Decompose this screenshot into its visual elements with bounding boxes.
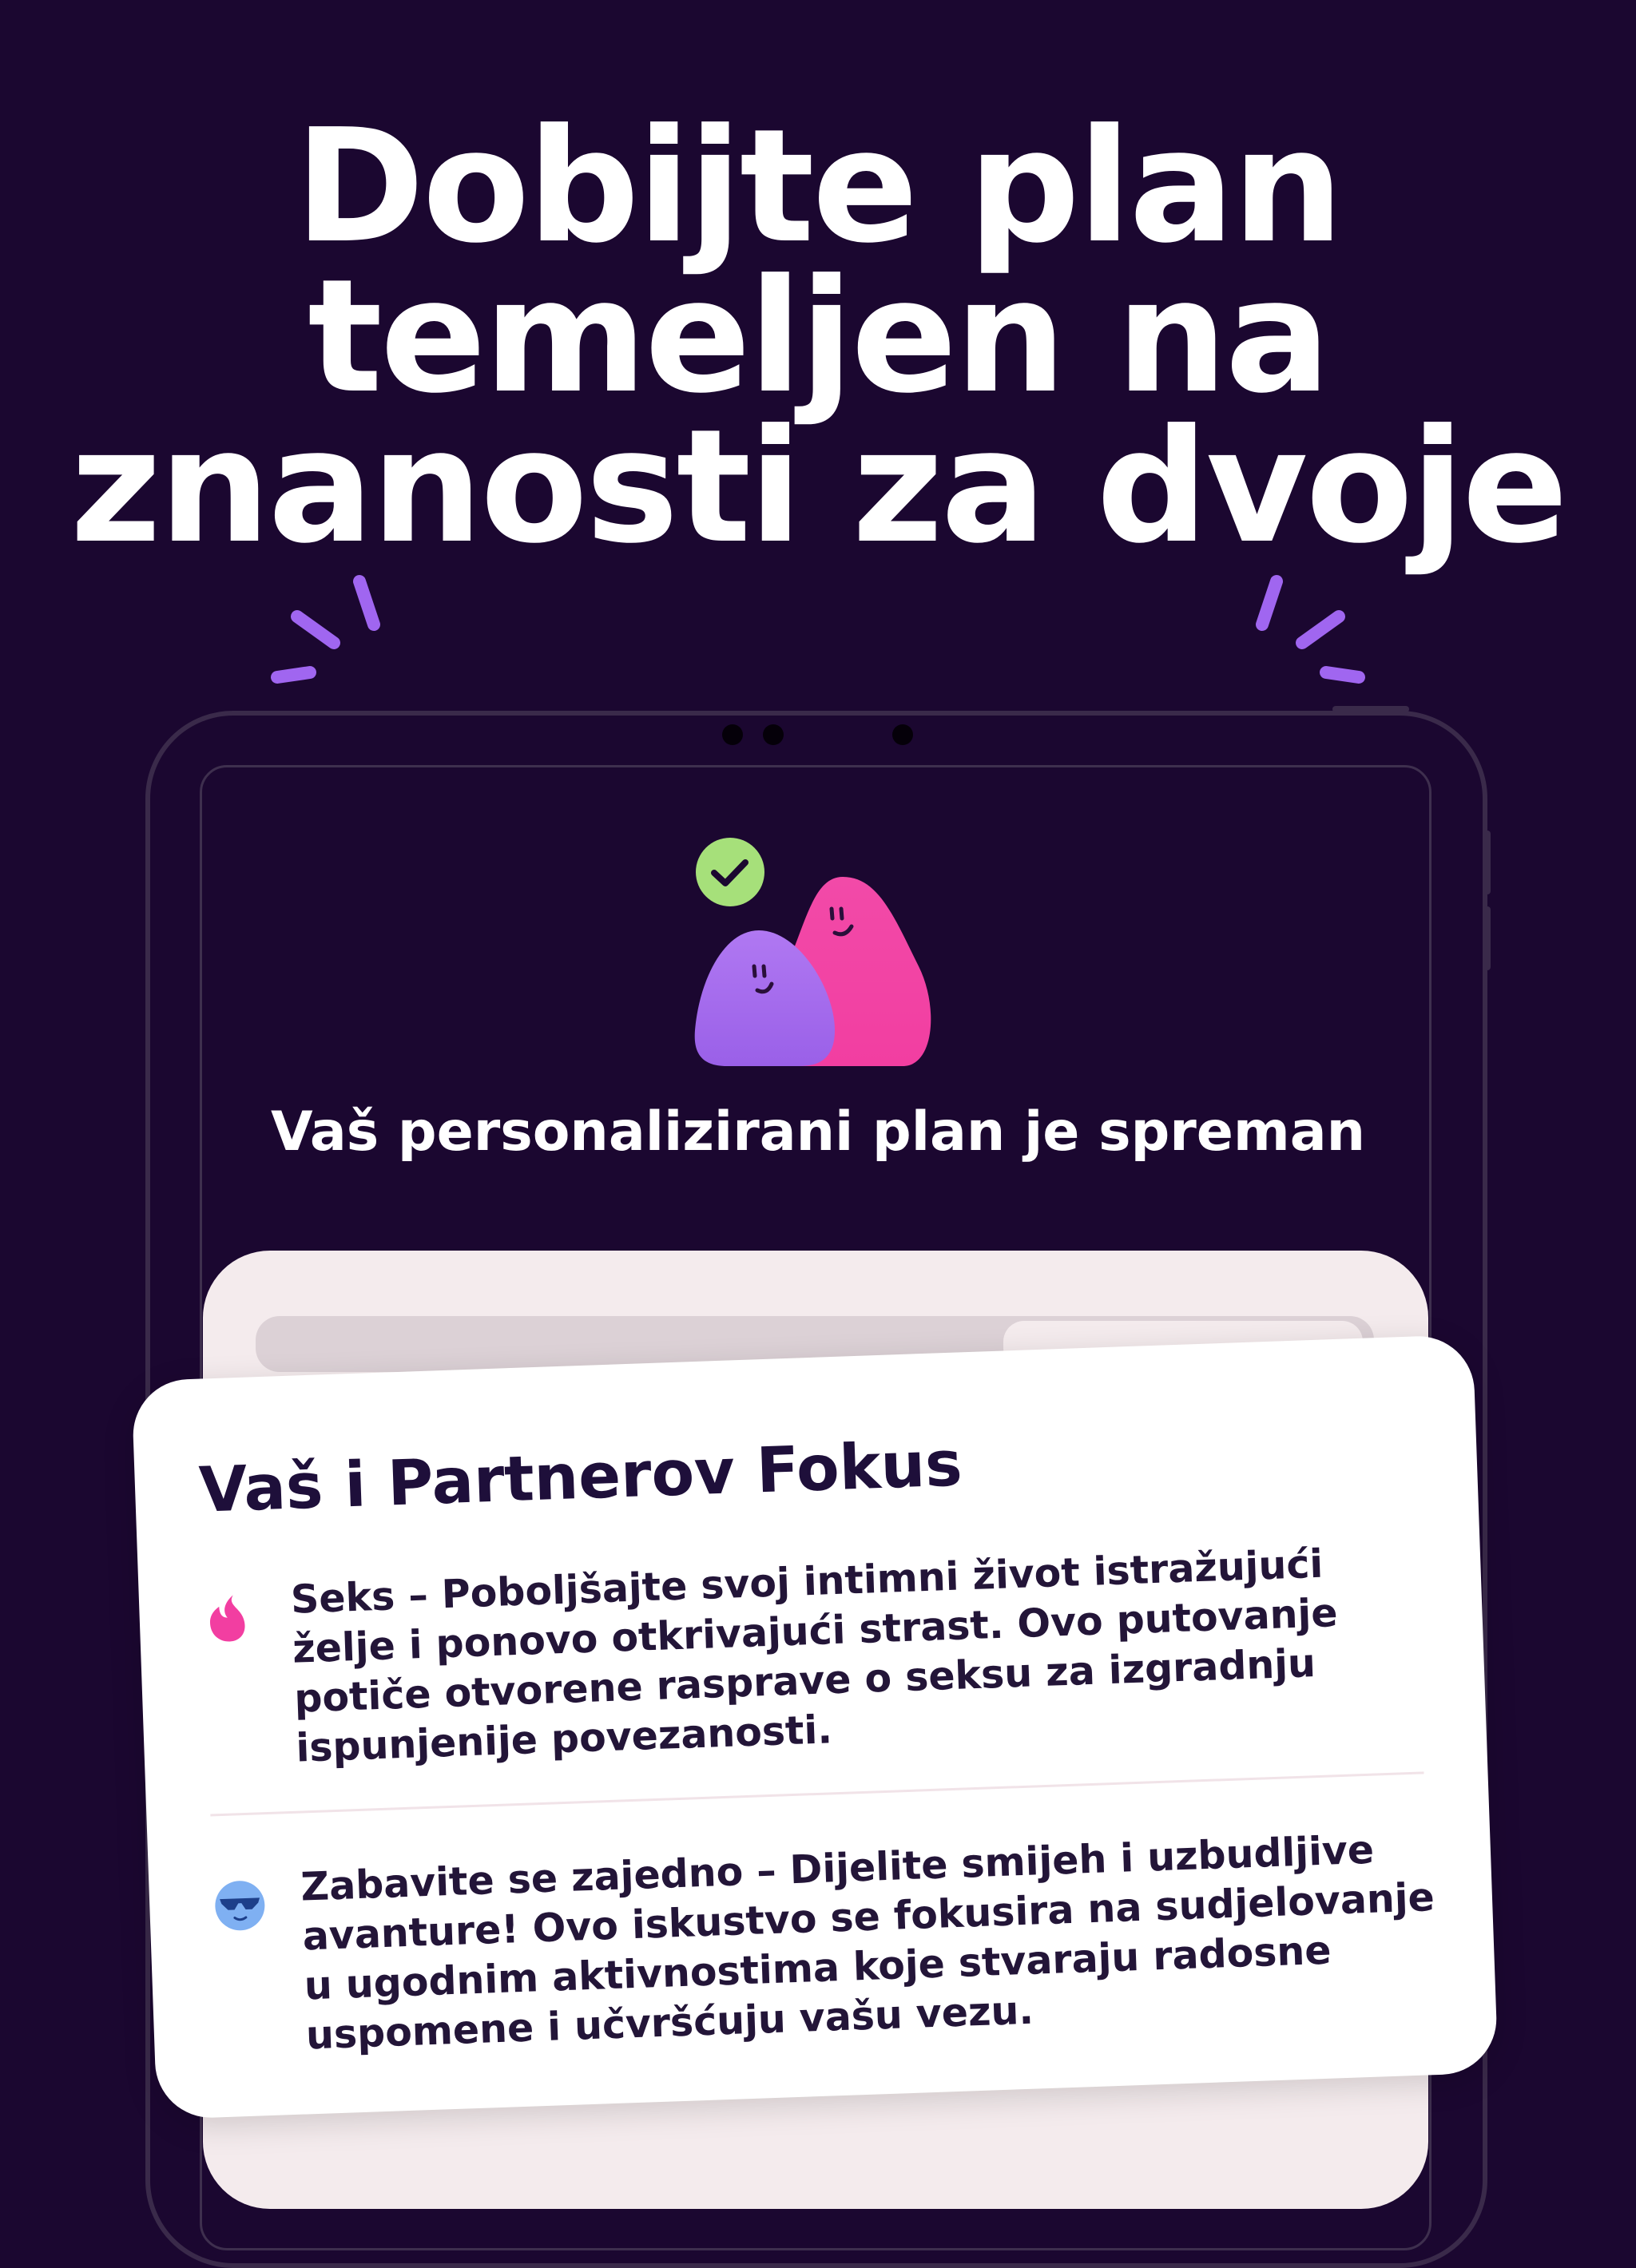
camera-dot <box>722 724 743 745</box>
sparkle-decoration-icon <box>271 575 1365 684</box>
camera-dot <box>892 724 913 745</box>
power-button <box>1332 706 1409 712</box>
focus-card-title: Vaš i Partnerov Fokus <box>197 1428 963 1527</box>
focus-item-text: Seks – Poboljšajte svoj intimni život is… <box>290 1540 1339 1771</box>
flame-icon <box>209 1595 245 1642</box>
focus-item-fun: Zabavite se zajedno – Dijelite smijeh i … <box>212 1823 1435 2058</box>
sunglasses-face-icon <box>215 1881 265 1931</box>
volume-down-button <box>1484 906 1491 970</box>
camera-dot <box>763 724 784 745</box>
focus-item-text: Zabavite se zajedno – Dijelite smijeh i … <box>300 1826 1435 2059</box>
checkmark-icon <box>696 838 764 906</box>
volume-up-button <box>1484 831 1491 894</box>
focus-card: Vaš i Partnerov Fokus Seks – Poboljšajte… <box>131 1334 1499 2120</box>
plan-ready-text: Vaš personalizirani plan je spreman <box>270 1100 1366 1164</box>
focus-item-sex: Seks – Poboljšajte svoj intimni život is… <box>202 1536 1416 1771</box>
divider <box>210 1771 1424 1817</box>
